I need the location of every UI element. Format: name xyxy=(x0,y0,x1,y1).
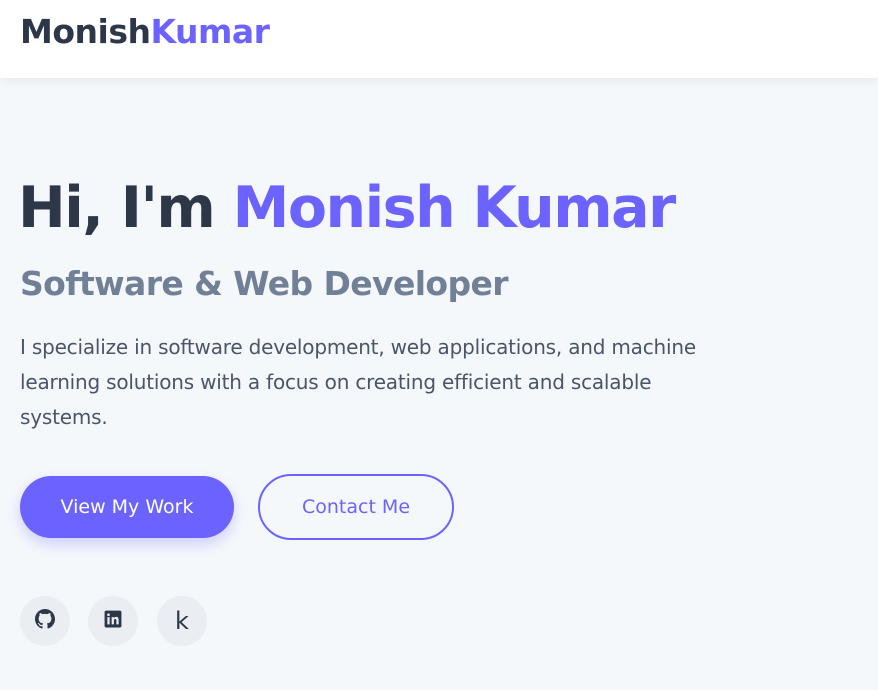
linkedin-link[interactable] xyxy=(88,596,138,646)
contact-me-button[interactable]: Contact Me xyxy=(258,474,454,540)
hero-greeting: Hi, I'm xyxy=(18,175,233,241)
linkedin-icon xyxy=(104,610,122,632)
logo-first-name: Monish xyxy=(20,12,151,51)
github-link[interactable] xyxy=(20,596,70,646)
view-my-work-button[interactable]: View My Work xyxy=(20,476,234,538)
site-logo[interactable]: MonishKumar xyxy=(20,12,270,52)
hero-name-text: Monish Kumar xyxy=(232,175,677,241)
logo-last-name: Kumar xyxy=(150,12,270,51)
kaggle-icon: k xyxy=(175,607,189,635)
kaggle-link[interactable]: k xyxy=(157,596,207,646)
hero-name: Monish Kumar xyxy=(232,170,677,246)
hero-description: I specialize in software development, we… xyxy=(20,335,696,429)
hero-subtitle: Software & Web Developer xyxy=(20,264,509,303)
hero-title: Hi, I'm Monish Kumar xyxy=(18,170,677,246)
navbar: MonishKumar xyxy=(0,0,878,78)
github-icon xyxy=(35,609,55,633)
